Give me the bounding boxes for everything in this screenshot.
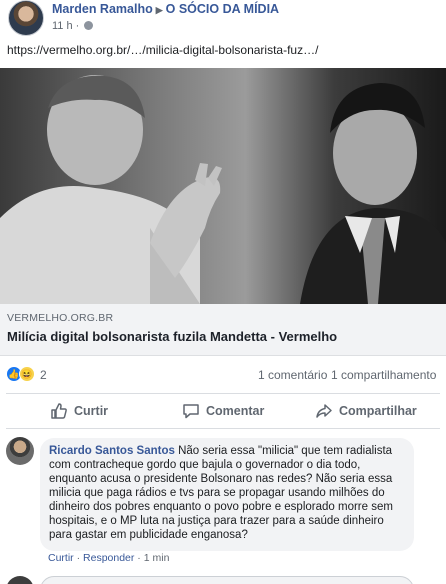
post-link[interactable]: https://vermelho.org.br/…/milicia-digita… <box>7 43 318 57</box>
comment-reply-link[interactable]: Responder <box>83 552 134 564</box>
share-icon <box>316 404 332 418</box>
comment-like-link[interactable]: Curtir <box>48 552 74 564</box>
post-header: Marden Ramalho ▶ O SÓCIO DA MÍDIA 11 h · <box>0 0 446 40</box>
link-domain: VERMELHO.ORG.BR <box>7 312 114 324</box>
commenter-avatar[interactable] <box>6 437 34 465</box>
link-title[interactable]: Milícia digital bolsonarista fuzila Mand… <box>7 329 337 344</box>
comment-button[interactable]: Comentar <box>182 394 264 428</box>
post-meta: 11 h · <box>52 20 94 32</box>
comment-author[interactable]: Ricardo Santos Santos <box>49 445 175 457</box>
reactions-row: 👍 😆 2 1 comentário 1 compartilhamento <box>0 364 446 386</box>
reaction-count[interactable]: 2 <box>40 368 47 382</box>
post-time[interactable]: 11 h <box>52 20 73 32</box>
comment-bubble: Ricardo Santos Santos Não seria essa "mi… <box>40 438 414 551</box>
comment-icon <box>183 404 199 419</box>
comment-label: Comentar <box>206 404 265 418</box>
author-line: Marden Ramalho ▶ O SÓCIO DA MÍDIA <box>52 2 279 16</box>
share-label: Compartilhar <box>339 404 417 418</box>
caret-right-icon: ▶ <box>155 5 163 15</box>
photo-illustration <box>0 68 446 304</box>
divider <box>6 428 440 429</box>
comment-time[interactable]: 1 min <box>144 552 170 564</box>
author-name[interactable]: Marden Ramalho <box>52 2 153 16</box>
like-label: Curtir <box>74 404 109 418</box>
comment-actions: Curtir · Responder · 1 min <box>48 552 170 564</box>
thumbs-up-icon <box>51 403 67 419</box>
share-button[interactable]: Compartilhar <box>315 394 417 428</box>
comments-count[interactable]: 1 comentário <box>258 368 327 382</box>
link-preview-image[interactable] <box>0 68 446 304</box>
like-button[interactable]: Curtir <box>50 394 108 428</box>
current-user-avatar <box>6 576 34 584</box>
shares-count[interactable]: 1 compartilhamento <box>331 368 436 382</box>
comment-input[interactable] <box>40 576 414 584</box>
comment-text: Não seria essa "milicia" que tem radiali… <box>49 445 393 541</box>
group-name[interactable]: O SÓCIO DA MÍDIA <box>166 2 279 16</box>
post-actions: Curtir Comentar Compartilhar <box>0 394 446 428</box>
link-caption[interactable]: VERMELHO.ORG.BR Milícia digital bolsonar… <box>0 304 446 356</box>
author-avatar[interactable] <box>8 0 44 36</box>
globe-icon <box>84 21 94 30</box>
haha-reaction-icon[interactable]: 😆 <box>19 366 35 382</box>
comment-body: Ricardo Santos Santos Não seria essa "mi… <box>49 444 405 542</box>
